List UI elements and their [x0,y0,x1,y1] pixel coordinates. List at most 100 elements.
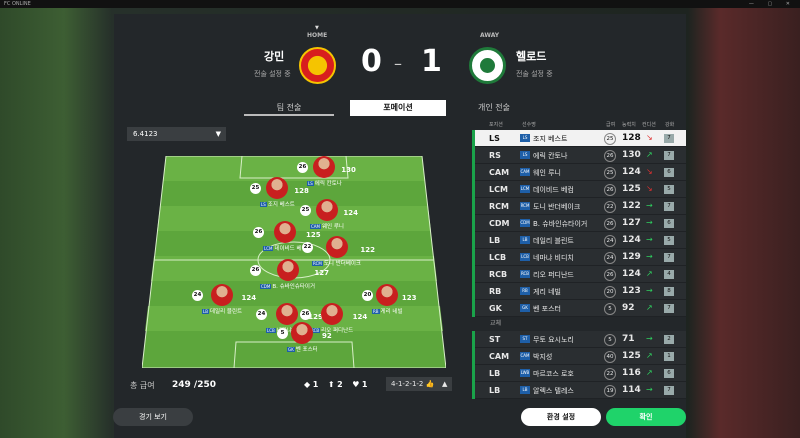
pitch-player[interactable]: 24 124 LB 데일리 블린트 [192,284,256,315]
player-row[interactable]: LB LWB 마르코스 로호 22 116 ↗ 6 [472,365,686,382]
pitch-player[interactable]: 26 130 LS 에릭 칸토나 [297,156,356,187]
upgrade-count: 2 [337,380,343,389]
player-salary-badge: 26 [300,309,311,320]
player-row[interactable]: RCB RCB 리오 퍼디난드 26 124 ↗ 4 [472,266,686,283]
tab-team-tactics[interactable]: 팀 전술 [244,100,334,116]
position-color-bar [472,382,475,399]
player-row[interactable]: RB RB 게리 네빌 20 123 → 8 [472,283,686,300]
subs-header: 교체 [472,317,686,331]
player-row[interactable]: GK GK 벤 포스터 5 92 ↗ 7 [472,300,686,317]
player-row[interactable]: ST ST 무토 요시노리 5 71 → 2 [472,331,686,348]
condition-arrow-icon: → [646,385,653,394]
tactics-tabs: 팀 전술 포메이션 개인 전술 [114,100,686,118]
subs-list: ST ST 무토 요시노리 5 71 → 2 CAM CAM 박지성 40 125 ↗ 1 LB LWB 마르코… [472,331,686,399]
pitch-player[interactable]: 5 92 GK 벤 포스터 [277,322,332,353]
row-ovr: 116 [622,368,641,378]
player-row[interactable]: LS LS 조지 베스트 25 128 ↘ 7 [472,130,686,147]
pitch-player[interactable]: 22 122 RCM 도니 반더베이크 [302,236,375,267]
confirm-button[interactable]: 확인 [606,408,686,426]
row-ovr: 123 [622,286,641,296]
settings-button[interactable]: 환경 설정 [521,408,601,426]
row-upgrade-level: 1 [664,352,674,361]
pitch-player[interactable]: 26 127 CDM B. 슈바인슈타이거 [250,259,329,290]
player-name-label: LB 데일리 블린트 [202,307,242,315]
condition-arrow-icon: → [646,235,653,244]
home-score: 0 [361,44,382,79]
condition-arrow-icon: ↘ [646,133,653,142]
row-upgrade-level: 6 [664,219,674,228]
condition-arrow-icon: ↗ [646,351,653,360]
player-portrait [266,177,289,199]
player-list: 포지션 선수명 급여 능력치 컨디션 강화 LS LS 조지 베스트 25 128 ↘ 7 R… [472,118,686,399]
row-card-position: LB [520,236,530,244]
player-salary-badge: 20 [362,290,373,301]
row-ovr: 129 [622,252,641,262]
player-salary-badge: 5 [277,328,288,339]
list-header: 포지션 선수명 급여 능력치 컨디션 강화 [472,118,686,130]
thumb-icon: 👍 [425,380,435,388]
player-row[interactable]: CAM CAM 웨인 루니 25 124 ↘ 6 [472,164,686,181]
row-card-position: LS [520,151,530,159]
position-color-bar [472,266,475,283]
player-row[interactable]: LB LB 데일리 블린트 24 124 → 5 [472,232,686,249]
row-card-position: CDM [520,219,530,227]
row-position: LCM [489,185,508,194]
player-ovr: 124 [343,209,358,217]
player-name: 게리 네빌 [380,309,403,315]
pitch-player[interactable]: 26 125 LCM 데이비드 베컴 [253,221,321,252]
player-portrait [320,303,343,325]
position-color-bar [472,130,475,147]
window-controls[interactable]: — ▢ ✕ [749,0,796,8]
expand-up-icon[interactable]: ▲ [442,380,447,388]
row-position: LCB [489,253,507,262]
row-position: LS [489,134,500,143]
player-row[interactable]: LCM LCM 데이비드 베컴 26 125 ↘ 5 [472,181,686,198]
pitch-player[interactable]: 25 128 LS 조지 베스트 [250,177,309,208]
tab-formation[interactable]: 포메이션 [350,100,446,116]
condition-arrow-icon: → [646,334,653,343]
pitch-player[interactable]: 20 123 RB 게리 네빌 [362,284,417,315]
player-row[interactable]: CDM CDM B. 슈바인슈타이거 26 127 → 6 [472,215,686,232]
player-position-badge: LCB [266,328,276,333]
position-color-bar [472,365,475,382]
player-row[interactable]: RS LS 에릭 칸토나 26 130 ↗ 7 [472,147,686,164]
player-ovr: 92 [321,332,332,340]
player-name: 도니 반더베이크 [323,261,361,267]
pitch-player[interactable]: 25 124 CAM 웨인 루니 [300,199,358,230]
row-player-name: 데일리 블린트 [533,237,574,245]
player-salary-badge: 24 [256,309,267,320]
home-team-name: 강민 [264,50,285,63]
position-color-bar [472,147,475,164]
window-titlebar: FC ONLINE — ▢ ✕ [0,0,800,8]
row-player-name: 리오 퍼디난드 [533,271,574,279]
row-upgrade-level: 5 [664,185,674,194]
player-salary-badge: 26 [253,227,264,238]
player-row[interactable]: LB LB 알렉스 텔레스 19 114 → 7 [472,382,686,399]
home-tag: HOME [307,32,328,39]
player-row[interactable]: CAM CAM 박지성 40 125 ↗ 1 [472,348,686,365]
player-row[interactable]: LCB LCB 네마냐 비디치 24 129 → 7 [472,249,686,266]
row-upgrade-level: 7 [664,134,674,143]
player-portrait [291,322,314,344]
row-salary: 40 [604,351,616,363]
player-row[interactable]: RCM RCM 도니 반더베이크 22 122 → 7 [472,198,686,215]
row-ovr: 122 [622,201,641,211]
row-player-name: 무토 요시노리 [533,336,574,344]
row-upgrade-level: 7 [664,253,674,262]
position-color-bar [472,181,475,198]
watch-match-button[interactable]: 경기 보기 [113,408,193,426]
row-salary: 26 [604,269,616,281]
row-player-name: B. 슈바인슈타이거 [533,220,588,228]
row-ovr: 130 [622,150,641,160]
player-name-label: RB 게리 네빌 [372,307,403,315]
formation-select[interactable]: 6.4123 ▼ [127,127,226,141]
player-portrait [313,156,336,178]
home-status: 전술 설정 중 [254,70,291,78]
row-card-position: CAM [520,352,530,360]
row-card-position: RB [520,287,530,295]
row-salary: 24 [604,235,616,247]
tab-individual-tactics[interactable]: 개인 전술 [449,100,539,116]
player-name-label: CDM B. 슈바인슈타이거 [260,282,315,290]
condition-arrow-icon: ↗ [646,150,653,159]
row-card-position: LS [520,134,530,142]
